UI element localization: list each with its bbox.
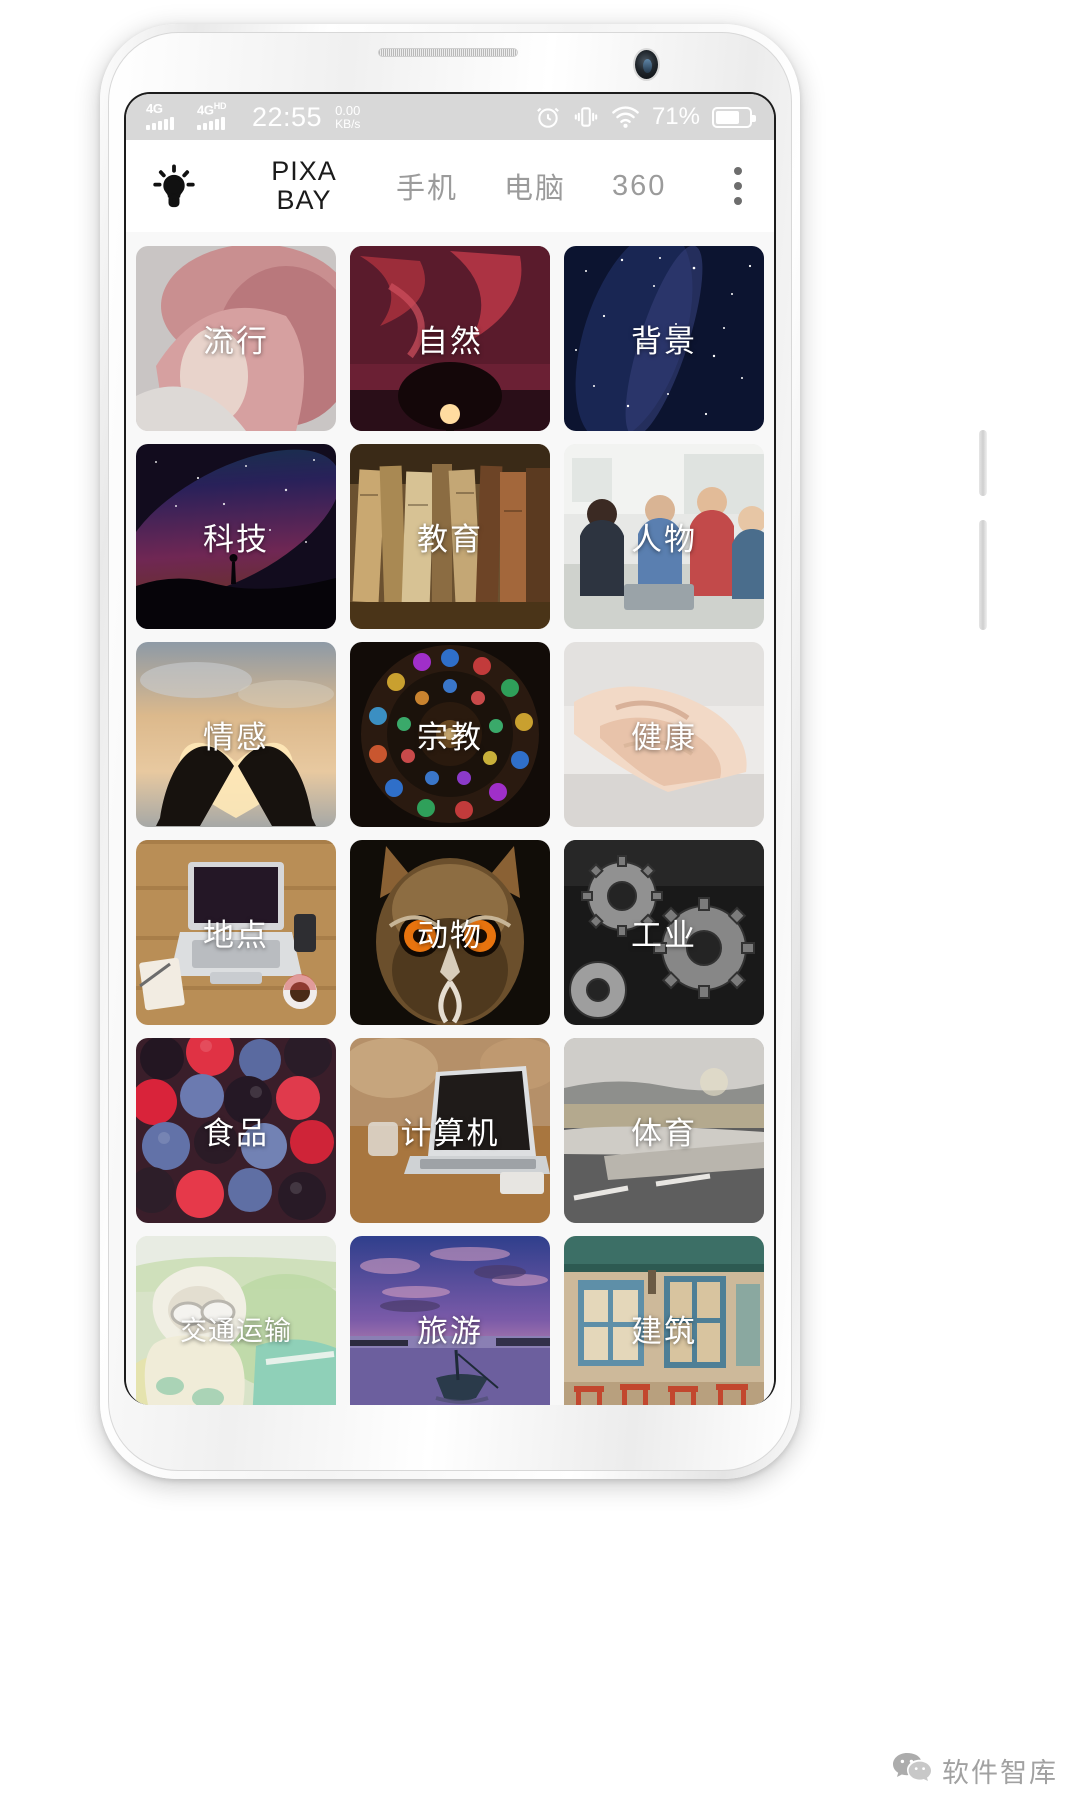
category-tile-sports[interactable]: 体育: [564, 1038, 764, 1223]
category-tile-places[interactable]: 地点: [136, 840, 336, 1025]
tile-label: 体育: [631, 1116, 697, 1151]
category-grid: 流行 自然 背景 科技 教育 人物 情感 宗教 健康 地点 动物 工业 食品 计…: [136, 246, 764, 1405]
tile-label: 旅游: [417, 1314, 483, 1349]
status-bar-left: 4G 4GHD 22:55 0.00 KB/s: [146, 101, 360, 132]
category-tile-education[interactable]: 教育: [350, 444, 550, 629]
tile-label: 背景: [631, 324, 697, 359]
tile-label: 科技: [203, 522, 269, 557]
tile-label: 工业: [631, 918, 697, 953]
tile-label: 人物: [631, 522, 697, 557]
category-tile-people[interactable]: 人物: [564, 444, 764, 629]
category-tile-animals[interactable]: 动物: [350, 840, 550, 1025]
category-tile-industry[interactable]: 工业: [564, 840, 764, 1025]
category-tile-pop[interactable]: 流行: [136, 246, 336, 431]
tile-label: 建筑: [631, 1314, 697, 1349]
screenshot-root: 4G 4GHD 22:55 0.00 KB/s 71% PIXA BAY 手机 …: [0, 0, 1080, 1816]
status-bar: 4G 4GHD 22:55 0.00 KB/s 71%: [126, 94, 774, 140]
vibrate-icon: [573, 104, 599, 130]
volume-button[interactable]: [979, 430, 987, 496]
lightbulb-icon[interactable]: [150, 162, 198, 210]
wifi-icon: [611, 104, 640, 130]
status-bar-clock: 22:55: [252, 101, 323, 132]
alarm-clock-icon: [535, 104, 561, 130]
category-tile-nature[interactable]: 自然: [350, 246, 550, 431]
earpiece-speaker: [378, 48, 518, 57]
tile-label: 交通运输: [180, 1316, 292, 1346]
signal-indicator-sim1: 4G: [146, 101, 190, 131]
category-grid-scroll[interactable]: 流行 自然 背景 科技 教育 人物 情感 宗教 健康 地点 动物 工业 食品 计…: [126, 232, 774, 1405]
category-tile-computer[interactable]: 计算机: [350, 1038, 550, 1223]
tab-phone[interactable]: 手机: [396, 165, 458, 207]
signal-bars-2: [197, 117, 225, 130]
wechat-icon: [892, 1751, 932, 1790]
category-tile-emotion[interactable]: 情感: [136, 642, 336, 827]
network-speed: 0.00 KB/s: [335, 104, 360, 130]
category-tile-food[interactable]: 食品: [136, 1038, 336, 1223]
tile-label: 宗教: [417, 720, 483, 755]
tile-label: 健康: [631, 720, 697, 755]
category-tile-health[interactable]: 健康: [564, 642, 764, 827]
category-tile-travel[interactable]: 旅游: [350, 1236, 550, 1405]
power-button[interactable]: [979, 520, 987, 630]
brand-line-1: PIXA: [271, 155, 337, 186]
tile-label: 地点: [203, 918, 269, 953]
category-tile-transport[interactable]: 交通运输: [136, 1236, 336, 1405]
status-bar-right: 71%: [535, 103, 756, 131]
tile-label: 计算机: [400, 1116, 500, 1151]
tile-label: 动物: [417, 918, 483, 953]
signal-bars-1: [146, 117, 174, 130]
network-speed-unit: KB/s: [335, 116, 361, 131]
watermark: 软件智库: [892, 1751, 1058, 1790]
brand-logo-text[interactable]: PIXA BAY: [256, 155, 352, 215]
watermark-text: 软件智库: [942, 1758, 1058, 1788]
category-tile-architecture[interactable]: 建筑: [564, 1236, 764, 1405]
network-type-label-2: 4GHD: [197, 101, 227, 118]
phone-screen: 4G 4GHD 22:55 0.00 KB/s 71% PIXA BAY 手机 …: [124, 92, 776, 1405]
more-vertical-icon[interactable]: [718, 162, 758, 210]
tile-label: 情感: [203, 720, 269, 755]
tab-computer[interactable]: 电脑: [504, 165, 566, 207]
tile-label: 流行: [203, 324, 269, 359]
brand-line-2: BAY: [276, 185, 332, 215]
battery-icon: [712, 106, 756, 128]
front-camera: [633, 48, 660, 81]
category-tile-background[interactable]: 背景: [564, 246, 764, 431]
tile-label: 自然: [417, 324, 483, 359]
signal-indicator-sim2: 4GHD: [197, 101, 241, 131]
network-type-label-1: 4G: [146, 101, 163, 116]
network-speed-value: 0.00: [335, 102, 361, 118]
category-tile-religion[interactable]: 宗教: [350, 642, 550, 827]
tab-bar: 手机 电脑 360: [396, 165, 666, 207]
tile-label: 教育: [417, 522, 483, 557]
tile-label: 食品: [203, 1116, 269, 1151]
tab-360[interactable]: 360: [612, 170, 666, 203]
battery-percent-label: 71%: [651, 103, 700, 130]
category-tile-technology[interactable]: 科技: [136, 444, 336, 629]
app-header: PIXA BAY 手机 电脑 360: [126, 140, 774, 232]
